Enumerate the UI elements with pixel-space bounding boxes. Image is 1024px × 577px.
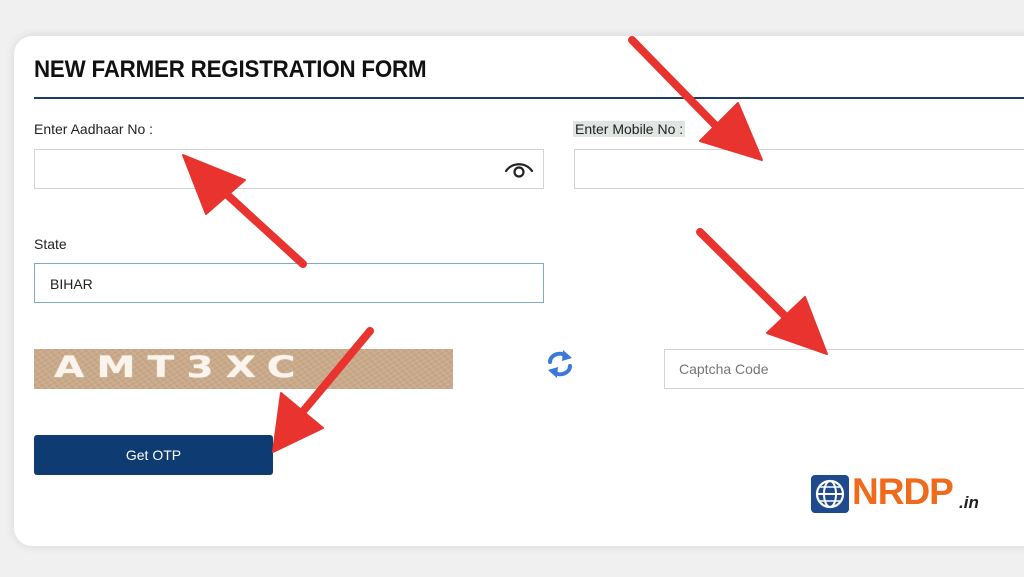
aadhaar-input[interactable] — [35, 150, 543, 188]
captcha-image: AMT3XC — [34, 349, 453, 389]
get-otp-button[interactable]: Get OTP — [34, 435, 273, 475]
state-value: BIHAR — [50, 276, 93, 292]
captcha-input[interactable] — [665, 350, 1024, 388]
eye-icon[interactable] — [504, 160, 534, 180]
form-title: NEW FARMER REGISTRATION FORM — [34, 56, 427, 83]
captcha-field[interactable] — [664, 349, 1024, 389]
logo-suffix: .in — [959, 493, 979, 512]
mobile-label: Enter Mobile No : — [573, 121, 686, 137]
nrdp-logo: NRDP .in — [811, 471, 986, 517]
state-label: State — [34, 236, 67, 252]
globe-icon — [811, 475, 849, 513]
captcha-text: AMT3XC — [54, 350, 308, 384]
mobile-field[interactable] — [574, 149, 1024, 189]
refresh-icon[interactable] — [546, 349, 574, 379]
aadhaar-label: Enter Aadhaar No : — [34, 121, 154, 137]
logo-brand: NRDP — [852, 471, 954, 512]
state-select[interactable]: BIHAR — [34, 263, 544, 303]
mobile-input[interactable] — [575, 150, 1024, 188]
title-divider — [34, 97, 1024, 99]
aadhaar-field[interactable] — [34, 149, 544, 189]
